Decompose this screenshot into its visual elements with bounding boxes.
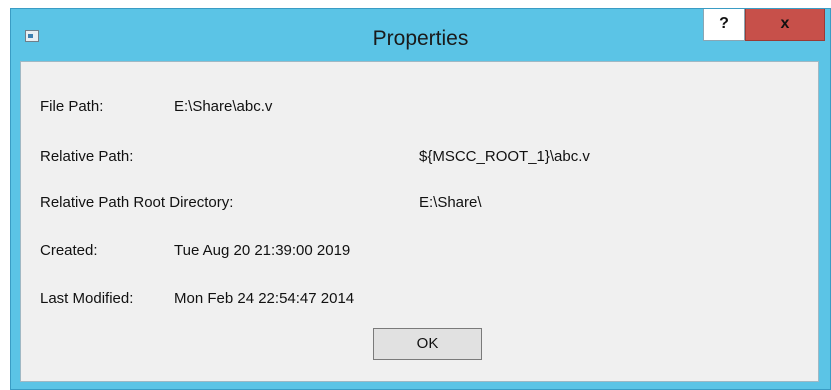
root-directory-label: Relative Path Root Directory: — [40, 194, 234, 211]
ok-button[interactable]: OK — [373, 328, 482, 360]
file-path-label: File Path: — [40, 98, 104, 115]
file-path-value: E:\Share\abc.v — [174, 98, 273, 115]
background-window — [0, 0, 831, 8]
created-value: Tue Aug 20 21:39:00 2019 — [174, 242, 351, 259]
properties-dialog: Properties ? x File Path: E:\Share\abc.v… — [10, 8, 831, 390]
last-modified-label: Last Modified: — [40, 290, 134, 307]
dialog-body: File Path: E:\Share\abc.v Relative Path:… — [20, 61, 819, 382]
created-label: Created: — [40, 242, 98, 259]
title-bar[interactable]: Properties ? x — [11, 9, 830, 61]
help-button[interactable]: ? — [703, 9, 745, 41]
last-modified-value: Mon Feb 24 22:54:47 2014 — [174, 290, 355, 307]
root-directory-value: E:\Share\ — [419, 194, 482, 211]
close-button[interactable]: x — [745, 9, 825, 41]
relative-path-value: ${MSCC_ROOT_1}\abc.v — [419, 148, 590, 165]
relative-path-label: Relative Path: — [40, 148, 134, 165]
